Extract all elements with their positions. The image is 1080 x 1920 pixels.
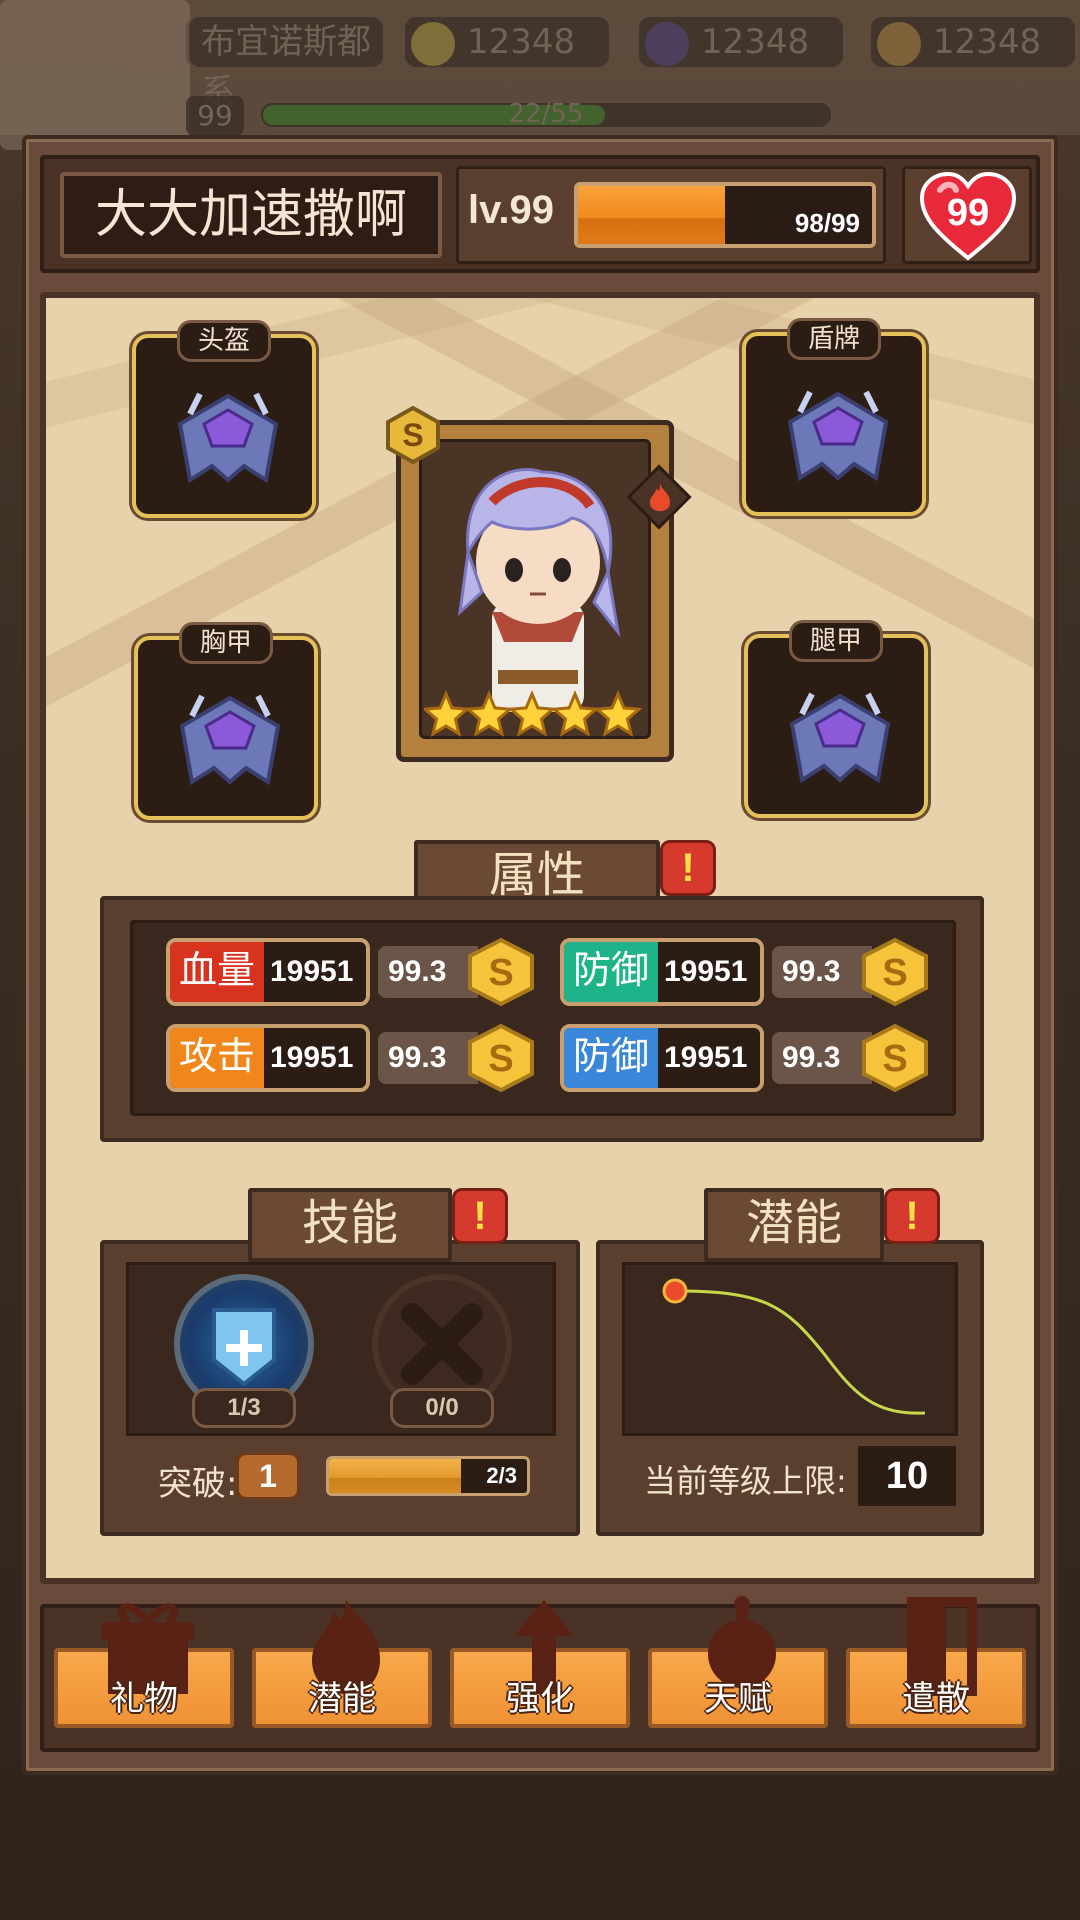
attr-name: 血量 bbox=[170, 942, 264, 1002]
attr-percent: 99.3 bbox=[772, 946, 872, 998]
dismiss-button[interactable]: 遣散 bbox=[846, 1597, 1026, 1728]
potential-inner bbox=[622, 1262, 958, 1436]
hero-name: 大大加速撒啊 bbox=[60, 172, 442, 258]
skill-slot-2-count: 0/0 bbox=[390, 1388, 494, 1428]
gift-button[interactable]: 礼物 bbox=[54, 1603, 234, 1728]
s-coin-icon: S bbox=[862, 1024, 928, 1092]
attr-hp: 血量 19951 99.3 S bbox=[166, 938, 534, 1006]
slot-label: 盾牌 bbox=[786, 318, 882, 360]
star-icon bbox=[593, 690, 642, 737]
equip-slot-shield[interactable]: 盾牌 bbox=[742, 318, 926, 516]
potential-curve bbox=[662, 1278, 926, 1415]
potential-title: 潜能 bbox=[704, 1188, 884, 1262]
skills-alert-icon[interactable]: ! bbox=[452, 1188, 508, 1244]
hero-exp-bar: 98/99 bbox=[574, 182, 876, 248]
svg-text:S: S bbox=[402, 417, 423, 453]
skill-slot-1-count: 1/3 bbox=[192, 1388, 296, 1428]
attr-percent: 99.3 bbox=[378, 1032, 478, 1084]
svg-text:S: S bbox=[882, 1038, 907, 1080]
svg-text:S: S bbox=[882, 952, 907, 994]
potential-alert-icon[interactable]: ! bbox=[884, 1188, 940, 1244]
player-xp-bar: 22/55 bbox=[258, 99, 834, 130]
hero-exp-text: 98/99 bbox=[794, 208, 860, 238]
breakthrough-progress-text: 2/3 bbox=[486, 1463, 517, 1488]
attr-name: 防御 bbox=[564, 942, 658, 1002]
bread-icon bbox=[877, 22, 921, 66]
svg-text:S: S bbox=[488, 1038, 513, 1080]
potential-button[interactable]: 潜能 bbox=[252, 1600, 432, 1728]
attr-name: 攻击 bbox=[170, 1028, 264, 1088]
s-coin-icon: S bbox=[468, 1024, 534, 1092]
slot-label: 胸甲 bbox=[178, 622, 274, 664]
helmet-icon bbox=[177, 392, 279, 484]
hero-level: lv.99 bbox=[468, 188, 554, 232]
chest-armor-icon bbox=[179, 694, 281, 786]
star-rating bbox=[424, 690, 642, 737]
star-icon bbox=[464, 690, 514, 737]
shield-armor-icon bbox=[787, 390, 889, 482]
attr-defense-2: 防御 19951 99.3 S bbox=[560, 1024, 928, 1092]
breakthrough-progress-bar: 2/3 bbox=[326, 1456, 530, 1496]
equip-slot-helmet[interactable]: 头盔 bbox=[132, 320, 316, 518]
attr-defense: 防御 19951 99.3 S bbox=[560, 938, 928, 1006]
equip-slot-chest[interactable]: 胸甲 bbox=[134, 622, 318, 820]
leg-armor-icon bbox=[789, 692, 891, 784]
attr-attack: 攻击 19951 99.3 S bbox=[166, 1024, 534, 1092]
attr-percent: 99.3 bbox=[772, 1032, 872, 1084]
slot-label: 腿甲 bbox=[788, 620, 884, 662]
gold-currency[interactable]: 12348 bbox=[402, 14, 612, 70]
attr-value: 19951 bbox=[664, 955, 748, 988]
attr-value: 19951 bbox=[664, 1041, 748, 1074]
star-icon bbox=[507, 690, 557, 737]
star-icon bbox=[424, 690, 471, 737]
breakthrough-label: 突破: bbox=[158, 1464, 238, 1504]
rank-badge: S bbox=[386, 406, 440, 464]
star-icon bbox=[550, 690, 600, 737]
player-avatar[interactable] bbox=[0, 0, 190, 150]
attr-name: 防御 bbox=[564, 1028, 658, 1088]
slot-label: 头盔 bbox=[176, 320, 272, 362]
s-coin-icon: S bbox=[862, 938, 928, 1006]
talent-button[interactable]: 天赋 bbox=[648, 1596, 828, 1728]
equip-slot-legs[interactable]: 腿甲 bbox=[744, 620, 928, 818]
attributes-alert-icon[interactable]: ! bbox=[660, 840, 716, 896]
svg-text:S: S bbox=[488, 952, 513, 994]
attr-value: 19951 bbox=[270, 1041, 354, 1074]
fire-icon bbox=[650, 484, 670, 511]
gold-coin-icon bbox=[411, 22, 455, 66]
skills-title: 技能 bbox=[248, 1188, 452, 1262]
enhance-button[interactable]: 强化 bbox=[450, 1600, 630, 1728]
level-cap-value: 10 bbox=[858, 1446, 956, 1506]
bread-currency[interactable]: 12348 bbox=[868, 14, 1078, 70]
gem-currency[interactable]: 12348 bbox=[636, 14, 846, 70]
breakthrough-value: 1 bbox=[236, 1452, 300, 1500]
attr-value: 19951 bbox=[270, 955, 354, 988]
level-cap-label: 当前等级上限: bbox=[644, 1462, 847, 1500]
gem-icon bbox=[645, 22, 689, 66]
faction-name-pill: 布宜诺斯都系 bbox=[186, 14, 386, 112]
potential-marker[interactable] bbox=[662, 1278, 688, 1304]
player-level-badge: 99 bbox=[186, 96, 244, 136]
s-coin-icon: S bbox=[468, 938, 534, 1006]
heart-count: 99 bbox=[946, 192, 990, 234]
attr-percent: 99.3 bbox=[378, 946, 478, 998]
